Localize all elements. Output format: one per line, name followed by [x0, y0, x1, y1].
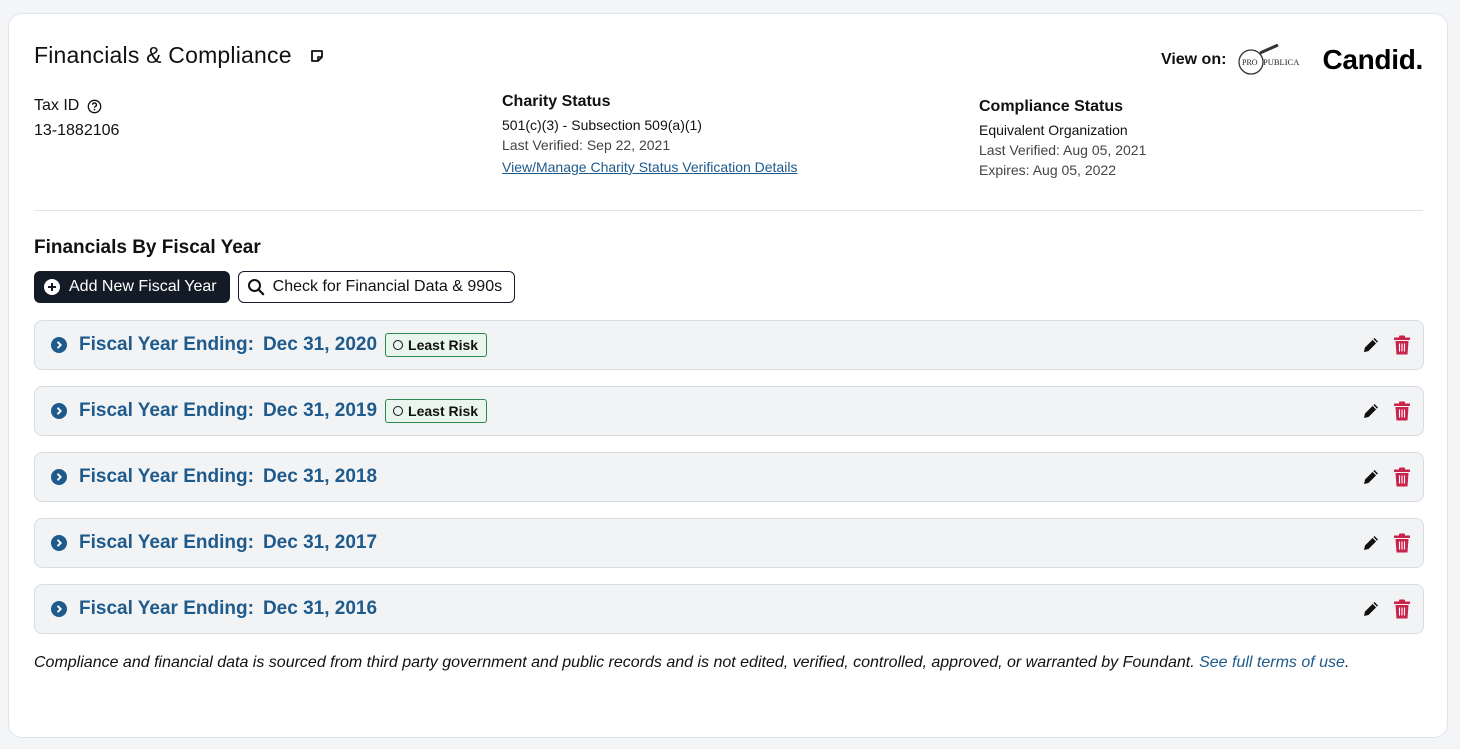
chevron-right-icon[interactable] — [51, 535, 67, 551]
risk-badge: Least Risk — [385, 399, 488, 423]
charity-last-verified: Last Verified: Sep 22, 2021 — [502, 137, 671, 153]
row-actions — [1361, 335, 1411, 355]
pencil-icon[interactable] — [1361, 599, 1381, 619]
add-fiscal-year-button[interactable]: Add New Fiscal Year — [34, 271, 230, 303]
charity-verification-link[interactable]: View/Manage Charity Status Verification … — [502, 159, 797, 175]
fiscal-year-row[interactable]: Fiscal Year Ending: Dec 31, 2016 — [34, 584, 1424, 634]
fiscal-year-date: Dec 31, 2020 — [262, 334, 378, 355]
pencil-icon[interactable] — [1361, 533, 1381, 553]
row-actions — [1361, 401, 1411, 421]
row-actions — [1361, 599, 1411, 619]
risk-badge-label: Least Risk — [408, 337, 479, 353]
trash-icon[interactable] — [1393, 467, 1411, 487]
view-on: View on: PRO PUBLICA Candid. — [1161, 44, 1423, 76]
disclaimer-text: Compliance and financial data is sourced… — [34, 654, 1200, 671]
tax-id-block: Tax ID 13-1882106 — [34, 97, 119, 140]
help-icon[interactable] — [87, 99, 102, 114]
risk-badge-label: Least Risk — [408, 403, 479, 419]
title-row: Financials & Compliance — [34, 42, 324, 69]
candid-logo[interactable]: Candid. — [1322, 44, 1423, 76]
propublica-publica-text: PUBLICA — [1263, 57, 1300, 67]
fiscal-year-date: Dec 31, 2016 — [262, 598, 378, 619]
circle-icon — [393, 340, 404, 350]
chevron-right-icon[interactable] — [51, 403, 67, 419]
circle-icon — [393, 406, 404, 416]
fiscal-year-label: Fiscal Year Ending: — [79, 532, 254, 553]
view-on-label: View on: — [1160, 51, 1227, 68]
charity-status-value: 501(c)(3) - Subsection 509(a)(1) — [502, 117, 702, 133]
row-actions — [1361, 467, 1411, 487]
fiscal-year-row[interactable]: Fiscal Year Ending: Dec 31, 2017 — [34, 518, 1424, 568]
fiscal-year-row[interactable]: Fiscal Year Ending: Dec 31, 2018 — [34, 452, 1424, 502]
financials-actions: Add New Fiscal Year Check for Financial … — [34, 271, 516, 303]
compliance-status-value: Equivalent Organization — [979, 122, 1128, 138]
financials-section-title: Financials By Fiscal Year — [34, 237, 261, 258]
page-title: Financials & Compliance — [34, 42, 292, 68]
fiscal-year-date: Dec 31, 2017 — [262, 532, 378, 553]
pencil-icon[interactable] — [1361, 401, 1381, 421]
plus-circle-icon — [43, 278, 61, 296]
disclaimer-note: Compliance and financial data is sourced… — [34, 651, 1424, 675]
fiscal-year-label: Fiscal Year Ending: — [79, 598, 254, 619]
section-divider — [34, 210, 1423, 211]
trash-icon[interactable] — [1393, 335, 1411, 355]
charity-status-heading: Charity Status — [502, 93, 611, 110]
fiscal-year-date: Dec 31, 2018 — [262, 466, 378, 487]
disclaimer-end: . — [1344, 654, 1350, 671]
note-icon[interactable] — [310, 49, 324, 63]
trash-icon[interactable] — [1393, 533, 1411, 553]
trash-icon[interactable] — [1393, 401, 1411, 421]
compliance-status-block: Compliance Status Equivalent Organizatio… — [979, 98, 1146, 178]
chevron-right-icon[interactable] — [51, 469, 67, 485]
tax-id-label: Tax ID — [34, 97, 80, 114]
search-icon — [247, 278, 265, 296]
fiscal-year-row[interactable]: Fiscal Year Ending: Dec 31, 2020 Least R… — [34, 320, 1424, 370]
tax-id-value: 13-1882106 — [34, 122, 120, 139]
fiscal-year-row[interactable]: Fiscal Year Ending: Dec 31, 2019 Least R… — [34, 386, 1424, 436]
charity-status-block: Charity Status 501(c)(3) - Subsection 50… — [502, 93, 797, 177]
chevron-right-icon[interactable] — [51, 601, 67, 617]
financials-compliance-card: Financials & Compliance View on: PRO PUB… — [8, 13, 1448, 738]
risk-badge: Least Risk — [385, 333, 488, 357]
check-financial-data-label: Check for Financial Data & 990s — [272, 278, 503, 295]
fiscal-year-date: Dec 31, 2019 — [262, 400, 378, 421]
chevron-right-icon[interactable] — [51, 337, 67, 353]
add-fiscal-year-label: Add New Fiscal Year — [69, 278, 217, 295]
pencil-icon[interactable] — [1361, 467, 1381, 487]
check-financial-data-button[interactable]: Check for Financial Data & 990s — [237, 271, 516, 303]
propublica-logo[interactable]: PRO PUBLICA — [1238, 44, 1310, 76]
fiscal-year-label: Fiscal Year Ending: — [79, 400, 254, 421]
pencil-icon[interactable] — [1361, 335, 1381, 355]
fiscal-year-list: Fiscal Year Ending: Dec 31, 2020 Least R… — [34, 320, 1424, 650]
trash-icon[interactable] — [1393, 599, 1411, 619]
fiscal-year-label: Fiscal Year Ending: — [79, 466, 254, 487]
row-actions — [1361, 533, 1411, 553]
terms-of-use-link[interactable]: See full terms of use — [1199, 654, 1345, 671]
compliance-last-verified: Last Verified: Aug 05, 2021 — [979, 142, 1147, 158]
compliance-status-heading: Compliance Status — [979, 98, 1124, 115]
fiscal-year-label: Fiscal Year Ending: — [79, 334, 254, 355]
compliance-expires: Expires: Aug 05, 2022 — [979, 162, 1116, 178]
propublica-pro-text: PRO — [1242, 58, 1258, 67]
